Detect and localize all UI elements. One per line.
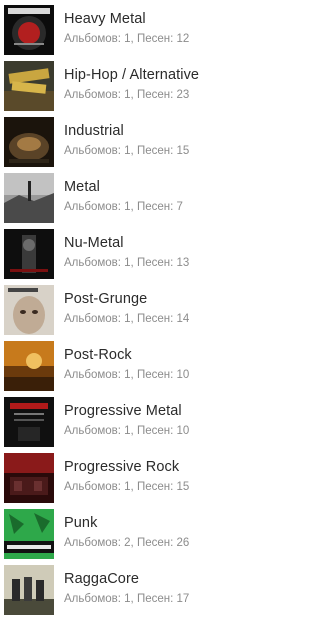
genre-stats: Альбомов: 1, Песен: 10 xyxy=(64,425,190,437)
genre-item-progressive-metal[interactable]: Progressive Metal Альбомов: 1, Песен: 10 xyxy=(0,392,240,448)
genre-stats: Альбомов: 1, Песен: 14 xyxy=(64,313,190,325)
album-cover-image xyxy=(4,397,54,447)
genre-stats: Альбомов: 1, Песен: 15 xyxy=(64,145,190,157)
genre-title: Punk xyxy=(64,515,98,531)
genre-item-post-rock[interactable]: Post-Rock Альбомов: 1, Песен: 10 xyxy=(0,336,240,392)
genre-stats: Альбомов: 1, Песен: 13 xyxy=(64,257,190,269)
genre-item-raggacore[interactable]: RaggaCore Альбомов: 1, Песен: 17 xyxy=(0,560,240,616)
genre-stats: Альбомов: 1, Песен: 7 xyxy=(64,201,183,213)
album-cover-image xyxy=(4,285,54,335)
genre-stats: Альбомов: 1, Песен: 17 xyxy=(64,593,190,605)
genre-title: Hip-Hop / Alternative xyxy=(64,67,200,83)
genre-stats: Альбомов: 1, Песен: 12 xyxy=(64,33,190,45)
genre-item-hip-hop-alternative[interactable]: Hip-Hop / Alternative Альбомов: 1, Песен… xyxy=(0,56,240,112)
genre-title: RaggaCore xyxy=(64,571,140,587)
genre-title: Industrial xyxy=(64,123,124,139)
genre-title: Progressive Rock xyxy=(64,459,180,475)
album-cover-image xyxy=(4,5,54,55)
genre-item-heavy-metal[interactable]: Heavy Metal Альбомов: 1, Песен: 12 xyxy=(0,0,240,56)
genre-stats: Альбомов: 2, Песен: 26 xyxy=(64,537,190,549)
genre-item-metal[interactable]: Metal Альбомов: 1, Песен: 7 xyxy=(0,168,240,224)
genre-title: Heavy Metal xyxy=(64,11,146,27)
genre-stats: Альбомов: 1, Песен: 23 xyxy=(64,89,190,101)
genre-item-nu-metal[interactable]: Nu-Metal Альбомов: 1, Песен: 13 xyxy=(0,224,240,280)
album-cover-image xyxy=(4,229,54,279)
genre-item-post-grunge[interactable]: Post-Grunge Альбомов: 1, Песен: 14 xyxy=(0,280,240,336)
genre-stats: Альбомов: 1, Песен: 15 xyxy=(64,481,190,493)
album-cover-image xyxy=(4,173,54,223)
genre-title: Progressive Metal xyxy=(64,403,182,419)
album-cover-image xyxy=(4,453,54,503)
genre-item-industrial[interactable]: Industrial Альбомов: 1, Песен: 15 xyxy=(0,112,240,168)
genre-list: Heavy Metal Альбомов: 1, Песен: 12 Hip-H… xyxy=(0,0,240,620)
album-cover-image xyxy=(4,117,54,167)
album-cover-image xyxy=(4,61,54,111)
album-cover-image xyxy=(4,341,54,391)
genre-title: Nu-Metal xyxy=(64,235,124,251)
genre-item-punk[interactable]: Punk Альбомов: 2, Песен: 26 xyxy=(0,504,240,560)
genre-title: Post-Rock xyxy=(64,347,132,363)
genre-title: Post-Grunge xyxy=(64,291,148,307)
album-cover-image xyxy=(4,565,54,615)
genre-item-progressive-rock[interactable]: Progressive Rock Альбомов: 1, Песен: 15 xyxy=(0,448,240,504)
genre-title: Metal xyxy=(64,179,100,195)
genre-stats: Альбомов: 1, Песен: 10 xyxy=(64,369,190,381)
album-cover-image xyxy=(4,509,54,559)
